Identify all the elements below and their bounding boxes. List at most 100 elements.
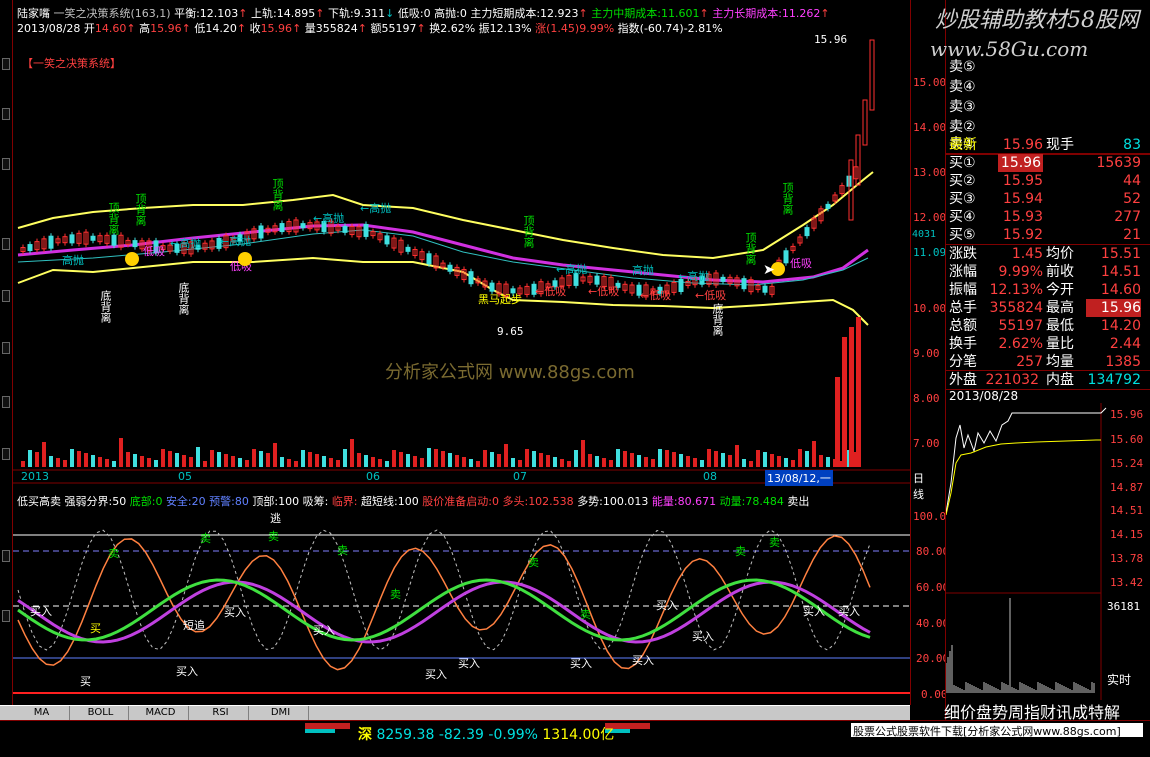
market-turnover: 1314.00亿 bbox=[542, 727, 615, 743]
current-hand-value: 83 bbox=[1123, 137, 1141, 153]
bottom-divergence-label: 底背离 bbox=[711, 303, 724, 336]
quote-stat-row: 换手 2.62% 量比 2.44 bbox=[946, 335, 1150, 353]
bottom-label: 底部: bbox=[129, 495, 156, 508]
market-index[interactable]: 深 8259.38 -82.39 -0.99% 1314.00亿 bbox=[358, 724, 614, 744]
index-label: 指数 bbox=[617, 22, 640, 35]
buy-signal: 买 bbox=[80, 675, 91, 688]
buy4-price: 15.93 bbox=[1002, 209, 1043, 225]
toolbar-notch[interactable] bbox=[2, 396, 10, 408]
volume-bar bbox=[189, 457, 193, 467]
mini-tick: 14.51 bbox=[1110, 504, 1144, 517]
indicator-name: 一笑之决策系统(163,1) bbox=[53, 7, 171, 20]
momentum-label: 动量: bbox=[719, 495, 746, 508]
stat-value: 1.45 bbox=[1011, 246, 1043, 262]
volume-bar bbox=[560, 459, 564, 467]
volume-bar bbox=[658, 449, 662, 467]
volume-bar bbox=[686, 456, 690, 467]
high-sell-marker: ←高抛 bbox=[678, 270, 710, 283]
volume-bar bbox=[644, 457, 648, 467]
safe-label: 安全: bbox=[165, 495, 192, 508]
high-sell-marker: 高抛 bbox=[62, 254, 84, 267]
kline-chart[interactable] bbox=[13, 0, 910, 705]
toolbar-notch[interactable] bbox=[2, 550, 10, 562]
toolbar-notch[interactable] bbox=[2, 448, 10, 460]
site-watermark-url: www.58Gu.com bbox=[930, 37, 1089, 61]
current-hand-label: 现手 bbox=[1046, 137, 1074, 153]
inner-value: 134792 bbox=[1087, 372, 1141, 388]
long-cost-label: 主力长期成本: bbox=[712, 7, 782, 20]
buy4-label: 买④ bbox=[949, 209, 976, 225]
news-ticker[interactable]: 细价盘势周指财讯成特解 bbox=[944, 699, 1120, 723]
upper-label: 上轨: bbox=[251, 7, 277, 20]
volume-bar bbox=[245, 460, 249, 467]
tab-macd[interactable]: MACD bbox=[133, 706, 189, 721]
volume-bar bbox=[350, 439, 354, 467]
high-value: 15.96 bbox=[150, 22, 182, 35]
turnover-value: 2.62% bbox=[440, 22, 476, 35]
buy1-price: 15.96 bbox=[998, 154, 1043, 172]
volume-bar bbox=[427, 448, 431, 467]
price-tick: 10.00 bbox=[913, 302, 947, 315]
volume-bar bbox=[455, 455, 459, 467]
price-marker2: 11.09 bbox=[913, 246, 947, 259]
volume-bar bbox=[707, 449, 711, 467]
top-value: 100 bbox=[278, 495, 300, 508]
price-axis: 15.00 14.00 13.00 12.00 4031 11.09 10.00… bbox=[910, 0, 953, 705]
volume-bar bbox=[497, 454, 501, 467]
toolbar-notch[interactable] bbox=[2, 108, 10, 120]
tab-ma[interactable]: MA bbox=[14, 706, 70, 721]
toolbar-notch[interactable] bbox=[2, 158, 10, 170]
mid-cost-value: 11.601 bbox=[660, 7, 700, 20]
volume-bar bbox=[616, 449, 620, 467]
top-price-label: 15.96 bbox=[814, 33, 848, 46]
volume-bar bbox=[679, 454, 683, 467]
volume-bar bbox=[364, 455, 368, 467]
indicator-info-line: 陆家嘴 一笑之决策系统(163,1) 平衡:12.103↑ 上轨:14.895↑… bbox=[17, 7, 830, 20]
toolbar-notch[interactable] bbox=[2, 342, 10, 354]
stat-label: 最高 bbox=[1046, 300, 1074, 316]
volume-bar bbox=[581, 440, 585, 467]
top-divergence-label: 顶背离 bbox=[271, 178, 284, 211]
mid-cost-label: 主力中期成本: bbox=[591, 7, 661, 20]
volume-bar bbox=[371, 457, 375, 467]
candle bbox=[869, 39, 875, 111]
tab-boll[interactable]: BOLL bbox=[73, 706, 129, 721]
volume-bar bbox=[651, 459, 655, 467]
volume-bar bbox=[672, 452, 676, 467]
price-tick: 8.00 bbox=[913, 392, 940, 405]
buy3-price: 15.94 bbox=[1002, 191, 1043, 207]
toolbar-notch[interactable] bbox=[2, 238, 10, 250]
volume-bar bbox=[259, 451, 263, 467]
balance-value: 12.103 bbox=[199, 7, 239, 20]
amplitude-value: 12.13% bbox=[489, 22, 532, 35]
low-absorb-label: 低吸: bbox=[397, 7, 424, 20]
index-value: (-60.74)-2.81% bbox=[639, 22, 723, 35]
volume-bar bbox=[147, 458, 151, 467]
toolbar-notch[interactable] bbox=[2, 58, 10, 70]
mini-volume-bars bbox=[946, 598, 1095, 693]
volume-bar bbox=[154, 460, 158, 467]
short-cost-value: 12.923 bbox=[540, 7, 579, 20]
volume-bar bbox=[665, 450, 669, 467]
stat-value: 9.99% bbox=[998, 264, 1043, 280]
realtime-button[interactable]: 实时 bbox=[1107, 671, 1131, 688]
mini-price-axis: 15.96 15.60 15.24 14.87 14.51 14.15 13.7… bbox=[1102, 403, 1150, 703]
buy-signal: 买入 bbox=[458, 657, 480, 670]
toolbar-notch[interactable] bbox=[2, 610, 10, 622]
volume-bar bbox=[63, 460, 67, 467]
toolbar-notch[interactable] bbox=[2, 290, 10, 302]
warn-label: 预警: bbox=[209, 495, 235, 508]
left-toolbar-strip bbox=[0, 0, 13, 705]
download-link[interactable]: 股票公式股票软件下载[分析家公式网www.88gs.com] bbox=[851, 723, 1143, 737]
stat-value: 12.13% bbox=[989, 282, 1043, 298]
high-sell-marker: ←高抛 bbox=[313, 212, 345, 225]
high-sell-marker: ←高抛 bbox=[220, 235, 252, 248]
tab-dmi[interactable]: DMI bbox=[253, 706, 309, 721]
volume-bar bbox=[630, 453, 634, 467]
tab-rsi[interactable]: RSI bbox=[193, 706, 249, 721]
volume-bar bbox=[518, 460, 522, 467]
buy1-label: 买① bbox=[949, 155, 976, 171]
buy3-label: 买③ bbox=[949, 191, 976, 207]
market-name: 深 bbox=[358, 727, 372, 743]
time-axis-label: 05 bbox=[178, 470, 192, 483]
